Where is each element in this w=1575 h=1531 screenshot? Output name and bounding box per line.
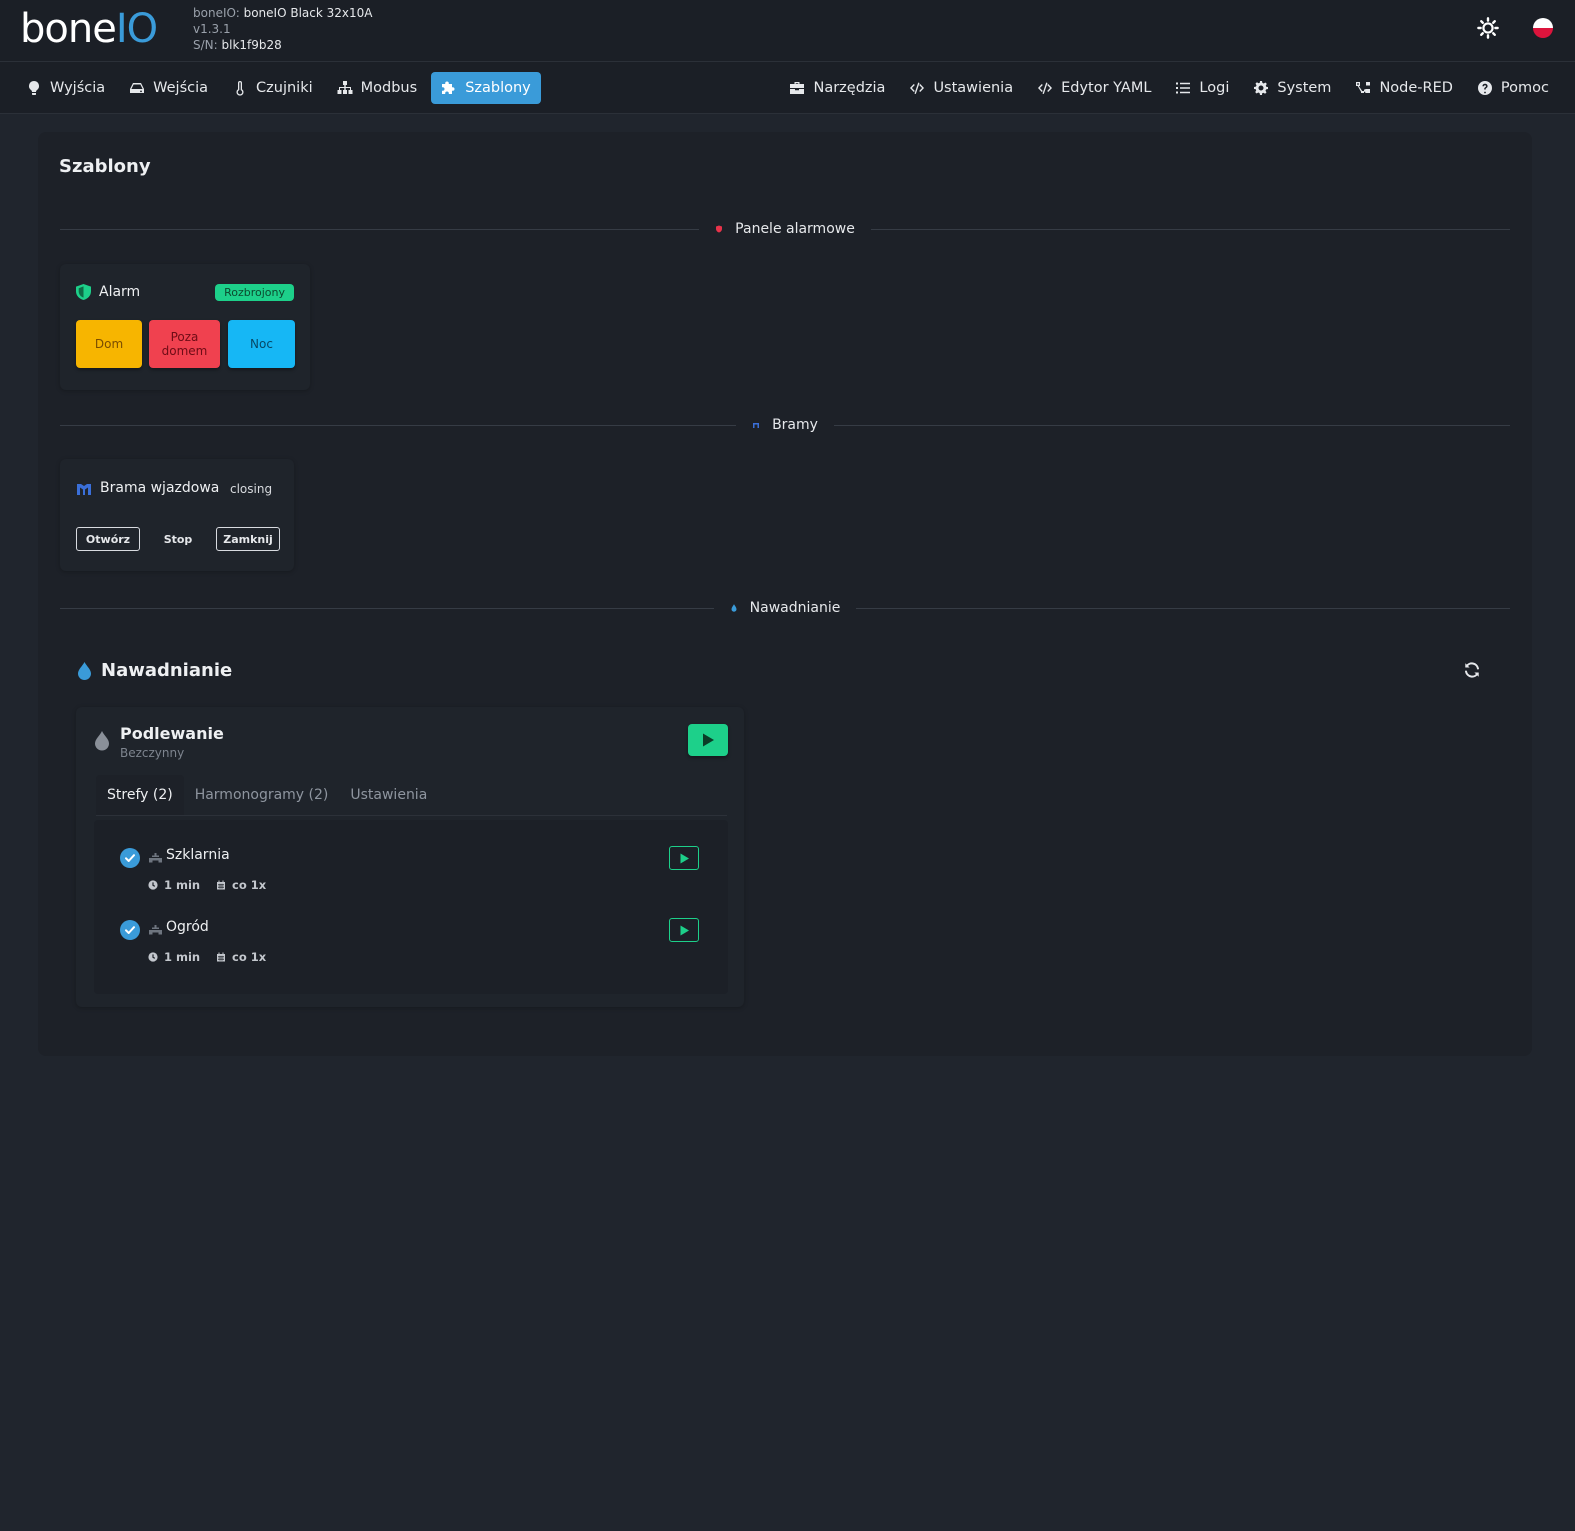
calendar-icon — [217, 952, 225, 962]
tab-strefy[interactable]: Strefy (2) — [96, 775, 184, 815]
sun-icon[interactable] — [1477, 17, 1499, 39]
alarm-panel: Alarm Rozbrojony Dom Poza domem Noc — [60, 264, 310, 390]
gate-icon — [753, 423, 760, 428]
device-name-row: boneIO: boneIO Black 32x10A — [193, 6, 373, 20]
nav-edytor-yaml[interactable]: Edytor YAML — [1027, 72, 1161, 104]
droplet-icon — [95, 731, 109, 751]
zone-frequency: co 1x — [216, 878, 266, 892]
gate-panel: Brama wjazdowa closing Otwórz Stop Zamkn… — [60, 459, 294, 571]
page-title: Szablony — [59, 156, 151, 177]
gear-icon — [1254, 81, 1269, 95]
droplet-icon — [78, 661, 91, 680]
device-version: v1.3.1 — [193, 22, 231, 36]
thermometer-icon — [236, 81, 244, 96]
nav-node-red[interactable]: Node-RED — [1345, 72, 1462, 104]
toolbox-icon — [790, 82, 805, 94]
check-icon — [125, 854, 135, 862]
zone-name: Ogród — [166, 919, 209, 935]
tab-ustawienia[interactable]: Ustawienia — [339, 775, 438, 815]
alarm-home-button[interactable]: Dom — [76, 320, 142, 368]
hdd-icon — [130, 83, 145, 93]
tab-harmonogramy[interactable]: Harmonogramy (2) — [184, 775, 340, 815]
valve-icon — [149, 853, 162, 863]
play-icon — [680, 853, 689, 863]
question-icon — [1477, 81, 1492, 95]
puzzle-icon — [442, 81, 455, 94]
clock-icon — [148, 952, 158, 962]
shield-icon — [76, 284, 91, 300]
program-tabs: Strefy (2) Harmonogramy (2) Ustawienia — [96, 775, 438, 815]
alarm-away-button[interactable]: Poza domem — [149, 320, 220, 368]
nav-wejscia[interactable]: Wejścia — [119, 72, 218, 104]
device-serial-row: S/N: blk1f9b28 — [193, 38, 282, 52]
lightbulb-icon — [29, 81, 39, 95]
gate-state: closing — [230, 482, 273, 496]
refresh-icon[interactable] — [1463, 661, 1481, 679]
irrigation-heading: Nawadnianie — [78, 660, 232, 681]
gate-stop-button[interactable]: Stop — [158, 527, 198, 551]
zones-list: Szklarnia 1 min co 1x Ogród 1 min co 1x — [94, 820, 728, 994]
nav-czujniki[interactable]: Czujniki — [222, 72, 323, 104]
section-divider-alarm: Panele alarmowe — [60, 219, 1510, 239]
zone-frequency: co 1x — [216, 950, 266, 964]
top-header: bone IO boneIO: boneIO Black 32x10A v1.3.… — [0, 0, 1575, 62]
zone-start-button[interactable] — [669, 918, 699, 942]
gate-close-button[interactable]: Zamknij — [216, 527, 280, 551]
nodes-icon — [1356, 82, 1371, 93]
gate-open-button[interactable]: Otwórz — [76, 527, 140, 551]
list-icon — [1176, 82, 1191, 94]
zone-duration: 1 min — [148, 878, 200, 892]
zone-start-button[interactable] — [669, 846, 699, 870]
zone-enabled-checkbox[interactable] — [120, 848, 140, 868]
device-info: boneIO: boneIO Black 32x10A v1.3.1 S/N: … — [193, 5, 372, 53]
alarm-night-button[interactable]: Noc — [228, 320, 295, 368]
nav-modbus[interactable]: Modbus — [327, 72, 428, 104]
play-icon — [680, 925, 689, 935]
main-nav: Wyjścia Wejścia Czujniki Modbus Szablony… — [0, 62, 1575, 114]
play-icon — [703, 733, 714, 747]
code-icon — [910, 82, 925, 94]
calendar-icon — [217, 880, 225, 890]
droplet-icon — [731, 604, 737, 612]
nav-logi[interactable]: Logi — [1165, 72, 1239, 104]
alarm-status-badge: Rozbrojony — [215, 284, 294, 301]
section-divider-gates: Bramy — [60, 415, 1510, 435]
valve-icon — [149, 925, 162, 935]
shield-icon — [716, 225, 723, 233]
check-icon — [125, 926, 135, 934]
clock-icon — [148, 880, 158, 890]
code-icon — [1038, 82, 1053, 94]
zone-name: Szklarnia — [166, 847, 230, 863]
boneio-logo[interactable]: bone IO — [20, 6, 158, 52]
main-card: Szablony Panele alarmowe Alarm Rozbrojon… — [38, 132, 1532, 1056]
program-status: Bezczynny — [120, 746, 185, 760]
irrigation-program-card: Podlewanie Bezczynny Strefy (2) Harmonog… — [76, 707, 744, 1007]
nav-system[interactable]: System — [1243, 72, 1341, 104]
nav-wyjscia[interactable]: Wyjścia — [16, 72, 115, 104]
poland-flag-icon[interactable] — [1533, 18, 1553, 38]
program-title: Podlewanie — [120, 724, 224, 743]
program-start-button[interactable] — [688, 724, 728, 756]
network-icon — [337, 81, 353, 94]
gate-title: Brama wjazdowa — [76, 480, 219, 496]
nav-szablony[interactable]: Szablony — [431, 72, 541, 104]
zone-enabled-checkbox[interactable] — [120, 920, 140, 940]
alarm-title: Alarm — [76, 284, 140, 300]
gate-icon — [77, 484, 91, 495]
nav-ustawienia[interactable]: Ustawienia — [899, 72, 1023, 104]
section-divider-irrigation: Nawadnianie — [60, 598, 1510, 618]
zone-duration: 1 min — [148, 950, 200, 964]
nav-narzedzia[interactable]: Narzędzia — [779, 72, 895, 104]
nav-pomoc[interactable]: Pomoc — [1467, 72, 1559, 104]
